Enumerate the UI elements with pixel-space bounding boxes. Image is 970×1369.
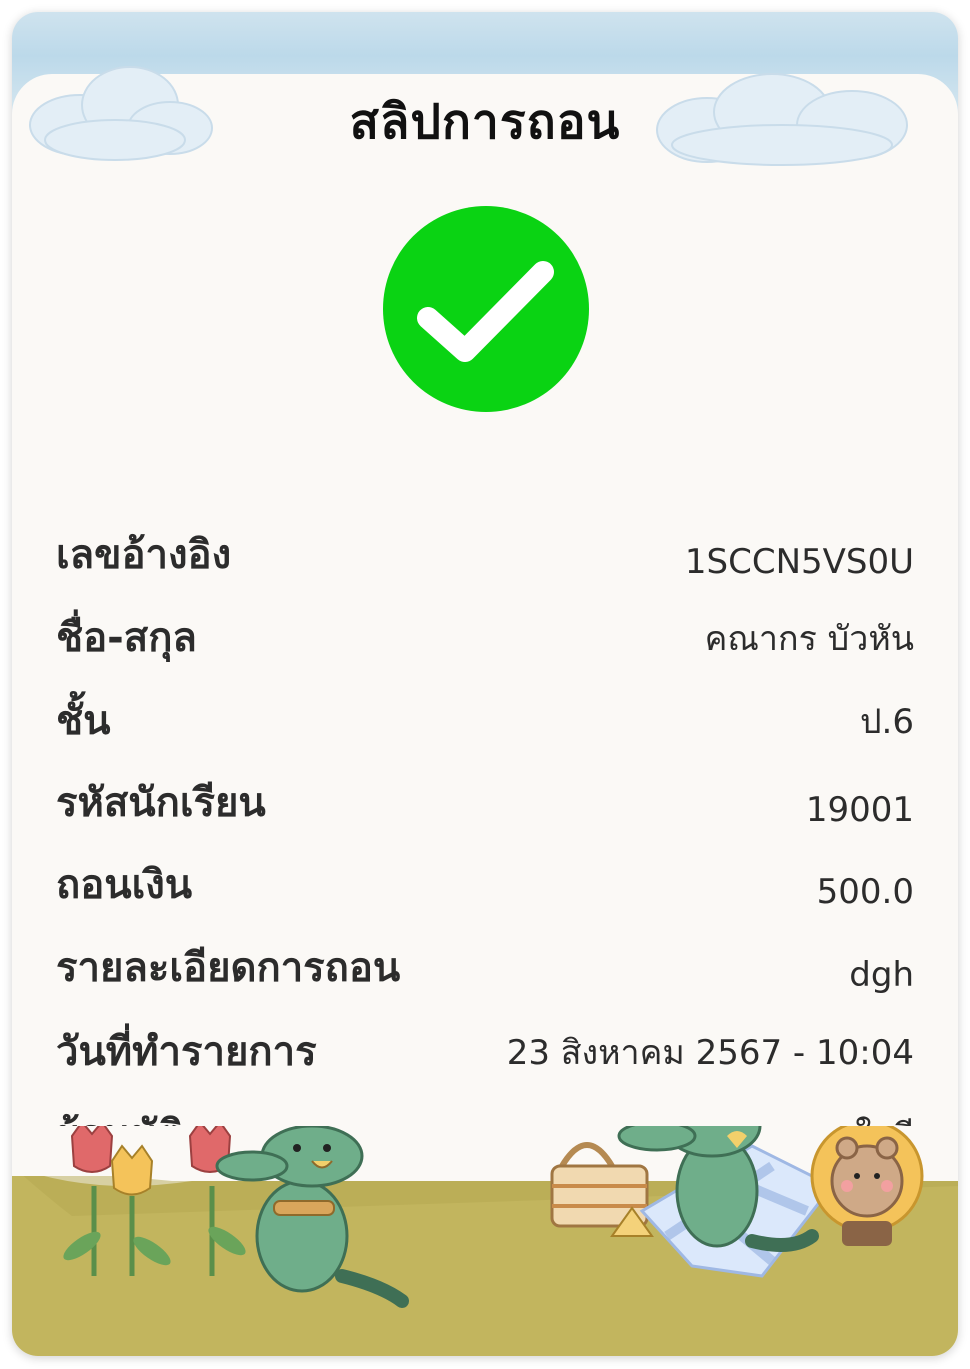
detail-label: ชื่อ-สกุล — [56, 615, 197, 661]
detail-row-reference: เลขอ้างอิง 1SCCN5VS0U — [56, 532, 914, 592]
detail-row-date: วันที่ทำรายการ 23 สิงหาคม 2567 - 10:04 — [56, 1029, 914, 1089]
detail-label: ชั้น — [56, 698, 111, 744]
detail-row-student-id: รหัสนักเรียน 19001 — [56, 780, 914, 840]
detail-value: ป.6 — [859, 702, 914, 742]
detail-row-description: รายละเอียดการถอน dgh — [56, 945, 914, 1005]
detail-value: คณากร บัวหัน — [704, 619, 914, 659]
slip-title: สลิปการถอน — [349, 94, 621, 150]
detail-value: 23 สิงหาคม 2567 - 10:04 — [506, 1033, 914, 1073]
detail-value: 1SCCN5VS0U — [684, 542, 914, 582]
detail-label: เลขอ้างอิง — [56, 532, 232, 578]
detail-value: 500.0 — [816, 872, 914, 912]
detail-label: รายละเอียดการถอน — [56, 945, 401, 991]
detail-row-grade: ชั้น ป.6 — [56, 698, 914, 758]
detail-label: ถอนเงิน — [56, 862, 193, 908]
detail-label: วันที่ทำรายการ — [56, 1029, 317, 1075]
detail-row-fullname: ชื่อ-สกุล คณากร บัวหัน — [56, 615, 914, 675]
detail-row-amount: ถอนเงิน 500.0 — [56, 862, 914, 922]
check-circle-icon — [383, 206, 589, 412]
meadow-illustration — [12, 1126, 958, 1356]
detail-value: dgh — [849, 955, 914, 995]
detail-value: 19001 — [805, 790, 914, 830]
detail-label: รหัสนักเรียน — [56, 780, 266, 826]
withdrawal-slip-card: สลิปการถอน เลขอ้างอิง 1SCCN5VS0U ชื่อ-สก… — [12, 12, 958, 1356]
